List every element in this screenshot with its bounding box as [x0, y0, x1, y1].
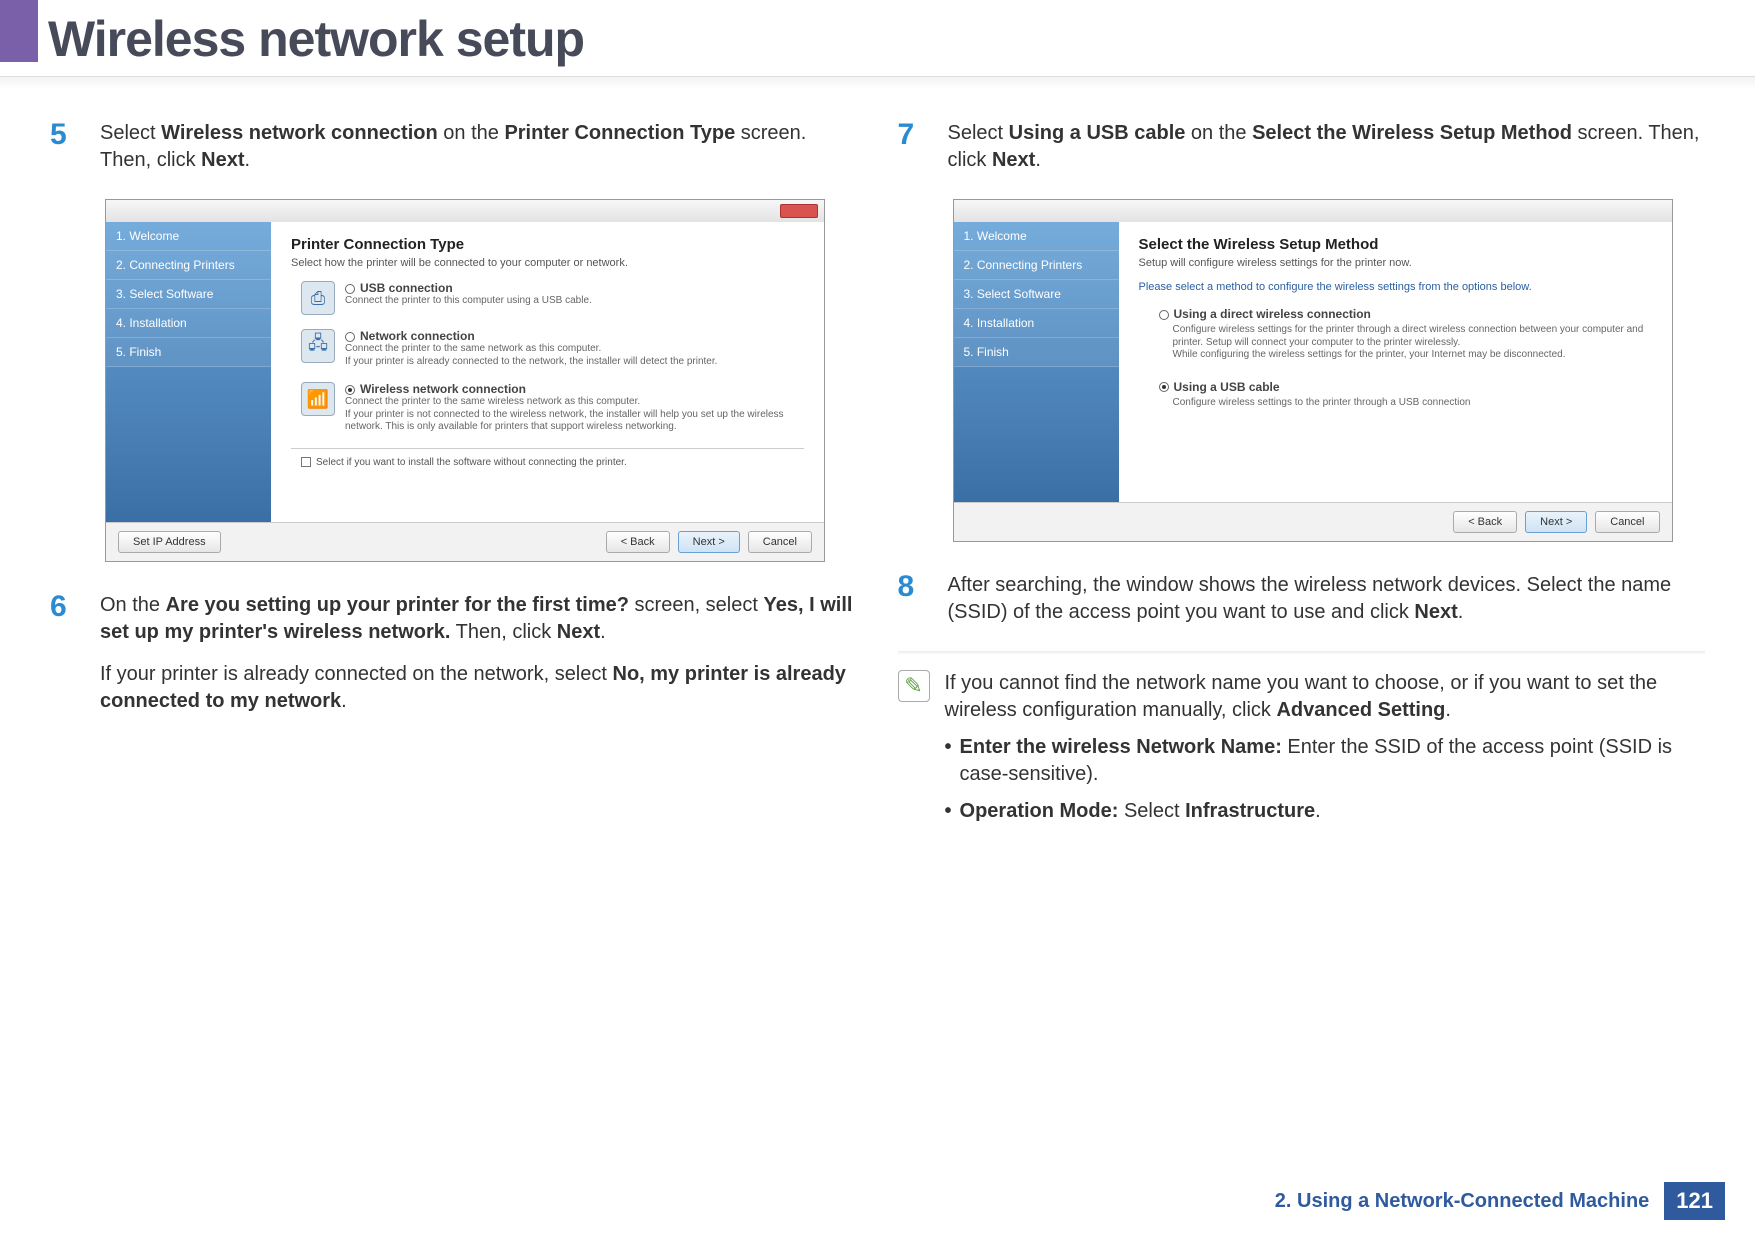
back-button[interactable]: < Back	[1453, 511, 1517, 533]
step-8: 8 After searching, the window shows the …	[898, 572, 1706, 626]
mock-heading: Select the Wireless Setup Method	[1139, 236, 1652, 253]
mock-subtitle-2: Please select a method to configure the …	[1139, 281, 1652, 293]
back-button[interactable]: < Back	[606, 531, 670, 553]
note-divider	[898, 651, 1706, 655]
sidebar-step: 1. Welcome	[954, 222, 1119, 251]
step-number: 8	[898, 572, 928, 626]
note-body: If you cannot find the network name you …	[945, 670, 1706, 825]
title-divider	[0, 76, 1755, 90]
right-column: 7 Select Using a USB cable on the Select…	[898, 120, 1706, 825]
sidebar-step: 5. Finish	[954, 338, 1119, 367]
mock-main-panel: Select the Wireless Setup Method Setup w…	[1119, 222, 1672, 502]
cancel-button[interactable]: Cancel	[1595, 511, 1659, 533]
step-number: 5	[50, 120, 80, 174]
sidebar-step: 3. Select Software	[106, 280, 271, 309]
sidebar-step: 4. Installation	[106, 309, 271, 338]
option-usb-cable[interactable]: Using a USB cable Configure wireless set…	[1159, 380, 1652, 410]
page-footer: 2. Using a Network-Connected Machine 121	[1275, 1182, 1725, 1220]
sidebar-step: 1. Welcome	[106, 222, 271, 251]
step-number: 6	[50, 592, 80, 715]
header-accent	[0, 0, 38, 62]
mock-sidebar: 1. Welcome 2. Connecting Printers 3. Sel…	[106, 222, 271, 522]
option-usb[interactable]: ⎙ USB connection Connect the printer to …	[301, 281, 804, 315]
sidebar-step: 4. Installation	[954, 309, 1119, 338]
sidebar-step: 5. Finish	[106, 338, 271, 367]
step-text: On the Are you setting up your printer f…	[100, 592, 858, 715]
radio-icon[interactable]	[345, 385, 355, 395]
option-wireless[interactable]: 📶 Wireless network connection Connect th…	[301, 382, 804, 434]
install-without-connecting[interactable]: Select if you want to install the softwa…	[291, 448, 804, 472]
step-text: After searching, the window shows the wi…	[948, 572, 1706, 626]
step-number: 7	[898, 120, 928, 174]
radio-icon[interactable]	[1159, 310, 1169, 320]
mock-heading: Printer Connection Type	[291, 236, 804, 253]
page-title: Wireless network setup	[0, 10, 1755, 68]
mock-subtitle: Setup will configure wireless settings f…	[1139, 257, 1652, 269]
radio-icon[interactable]	[345, 284, 355, 294]
sidebar-step: 2. Connecting Printers	[106, 251, 271, 280]
wifi-icon: 📶	[301, 382, 335, 416]
usb-icon: ⎙	[301, 281, 335, 315]
sidebar-step: 3. Select Software	[954, 280, 1119, 309]
sidebar-step: 2. Connecting Printers	[954, 251, 1119, 280]
step-text: Select Wireless network connection on th…	[100, 120, 858, 174]
note-icon: ✎	[898, 670, 930, 702]
page-number: 121	[1664, 1182, 1725, 1220]
step-7: 7 Select Using a USB cable on the Select…	[898, 120, 1706, 174]
option-direct-wireless[interactable]: Using a direct wireless connection Confi…	[1159, 307, 1652, 362]
screenshot-printer-connection-type: 1. Welcome 2. Connecting Printers 3. Sel…	[105, 199, 825, 562]
step-5: 5 Select Wireless network connection on …	[50, 120, 858, 174]
mock-sidebar: 1. Welcome 2. Connecting Printers 3. Sel…	[954, 222, 1119, 502]
radio-icon[interactable]	[345, 332, 355, 342]
screenshot-wireless-setup-method: 1. Welcome 2. Connecting Printers 3. Sel…	[953, 199, 1673, 542]
mock-footer: < Back Next > Cancel	[954, 502, 1672, 541]
left-column: 5 Select Wireless network connection on …	[50, 120, 858, 825]
note-bullet: Enter the wireless Network Name: Enter t…	[945, 734, 1706, 788]
mock-titlebar	[954, 200, 1672, 222]
set-ip-button[interactable]: Set IP Address	[118, 531, 221, 553]
network-icon: 🖧	[301, 329, 335, 363]
step-text: Select Using a USB cable on the Select t…	[948, 120, 1706, 174]
cancel-button[interactable]: Cancel	[748, 531, 812, 553]
mock-footer: Set IP Address < Back Next > Cancel	[106, 522, 824, 561]
step-6: 6 On the Are you setting up your printer…	[50, 592, 858, 715]
note-bullet: Operation Mode: Select Infrastructure.	[945, 798, 1706, 825]
next-button[interactable]: Next >	[1525, 511, 1587, 533]
footer-chapter: 2. Using a Network-Connected Machine	[1275, 1190, 1650, 1213]
mock-titlebar	[106, 200, 824, 222]
checkbox-icon[interactable]	[301, 457, 311, 467]
content-columns: 5 Select Wireless network connection on …	[0, 90, 1755, 825]
radio-icon[interactable]	[1159, 382, 1169, 392]
option-network[interactable]: 🖧 Network connection Connect the printer…	[301, 329, 804, 368]
note-callout: ✎ If you cannot find the network name yo…	[898, 665, 1706, 825]
mock-main-panel: Printer Connection Type Select how the p…	[271, 222, 824, 522]
header: Wireless network setup	[0, 0, 1755, 90]
close-icon[interactable]	[780, 204, 818, 218]
mock-subtitle: Select how the printer will be connected…	[291, 257, 804, 269]
next-button[interactable]: Next >	[678, 531, 740, 553]
